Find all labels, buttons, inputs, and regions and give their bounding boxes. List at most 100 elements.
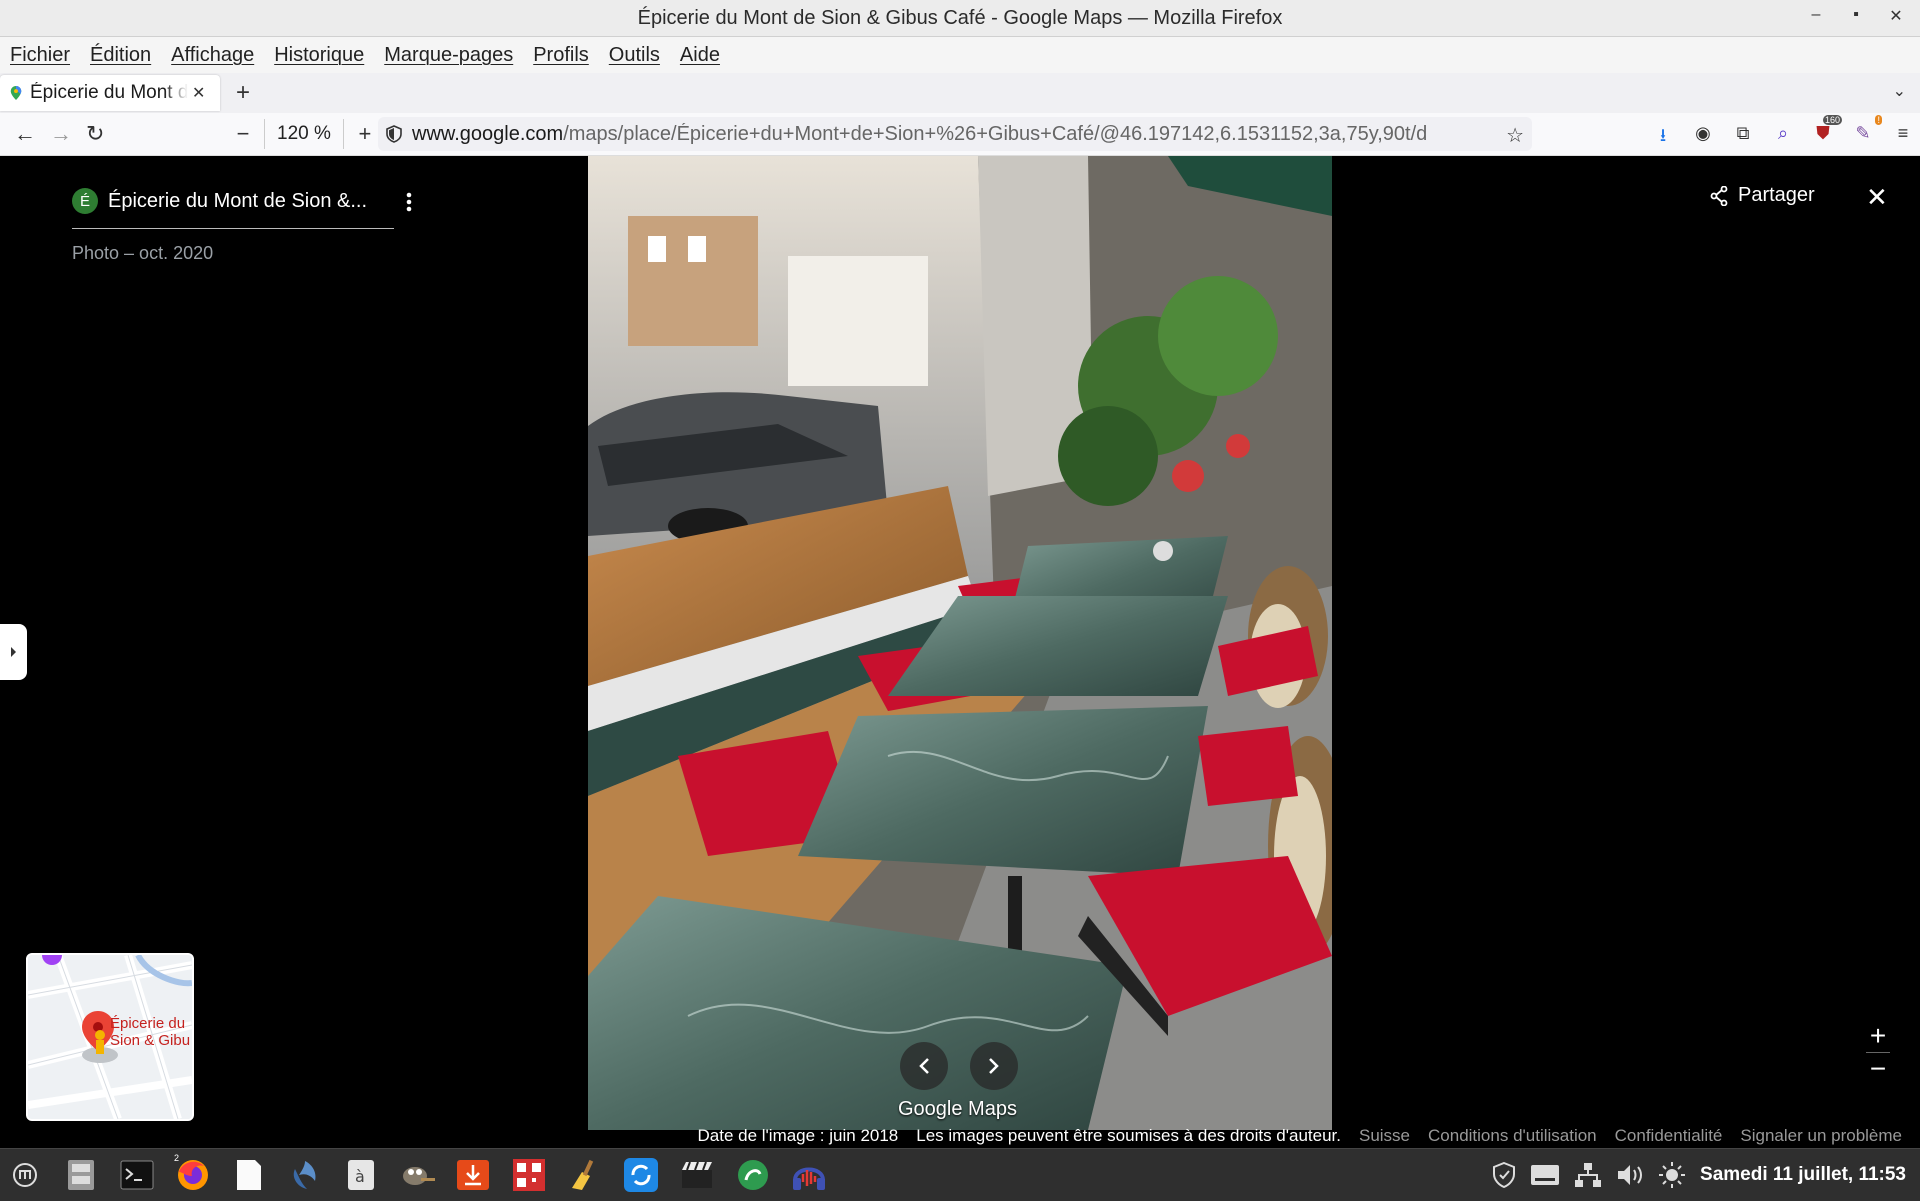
kdenlive-like-icon[interactable] xyxy=(732,1155,774,1195)
toolbar-icons: ⭳ ◉ ⧉ ⌕ ⛊ 160 ✎! ≡ xyxy=(1652,115,1914,153)
zoom-level[interactable]: 120 % xyxy=(264,119,344,149)
sync-app-icon[interactable] xyxy=(620,1155,662,1195)
terms-link[interactable]: Conditions d'utilisation xyxy=(1428,1126,1597,1146)
os-taskbar: 2 à Samedi 11 juillet, 11:53 xyxy=(0,1148,1920,1201)
download-manager-icon[interactable] xyxy=(452,1155,494,1195)
terminal-icon[interactable] xyxy=(116,1155,158,1195)
maps-footer: Date de l'image : juin 2018 Les images p… xyxy=(0,1124,1920,1148)
security-shield-icon[interactable] xyxy=(1492,1162,1516,1188)
menu-outils[interactable]: Outils xyxy=(609,44,660,67)
minimap[interactable]: Épicerie du Sion & Gibu xyxy=(26,953,194,1121)
ublock-icon[interactable]: ⛊ 160 xyxy=(1812,115,1842,153)
divider xyxy=(72,228,394,229)
maximize-button[interactable]: ▪ xyxy=(1846,6,1866,26)
new-tab-button[interactable]: + xyxy=(236,79,250,107)
firefox-icon[interactable]: 2 xyxy=(172,1153,214,1195)
extensions-icon[interactable]: ⧉ xyxy=(1732,123,1754,153)
file-manager-icon[interactable] xyxy=(60,1155,102,1195)
chevron-left-icon xyxy=(919,1058,929,1074)
share-icon xyxy=(1710,185,1728,206)
window-title: Épicerie du Mont de Sion & Gibus Café - … xyxy=(637,6,1283,29)
zoom-in-button[interactable]: + xyxy=(354,121,376,147)
url-path: /maps/place/Épicerie+du+Mont+de+Sion+%26… xyxy=(563,122,1428,145)
window-titlebar: Épicerie du Mont de Sion & Gibus Café - … xyxy=(0,0,1920,37)
country-link[interactable]: Suisse xyxy=(1359,1126,1410,1146)
maps-photo-viewer: É Épicerie du Mont de Sion &... Photo – … xyxy=(0,156,1920,1146)
menu-fichier[interactable]: Fichier xyxy=(10,44,70,67)
share-label: Partager xyxy=(1738,184,1815,206)
chevron-right-icon xyxy=(989,1058,999,1074)
gimp-icon[interactable] xyxy=(396,1155,438,1195)
privacy-link[interactable]: Confidentialité xyxy=(1615,1126,1723,1146)
chevron-right-icon xyxy=(10,647,16,657)
brightness-icon[interactable] xyxy=(1658,1161,1686,1189)
bookmark-star-icon[interactable]: ☆ xyxy=(1506,123,1524,148)
zoom-controls: − 120 % + xyxy=(232,119,376,149)
start-menu-icon[interactable] xyxy=(4,1155,46,1195)
google-maps-logo: Google Maps xyxy=(898,1098,1017,1120)
cafe-terrace-photo xyxy=(588,156,1332,1130)
blender-like-icon[interactable] xyxy=(284,1155,326,1195)
tab-google-maps[interactable]: Épicerie du Mont de Sion ✕ xyxy=(0,75,220,111)
menu-aide[interactable]: Aide xyxy=(680,44,720,67)
list-all-tabs-icon[interactable]: ⌄ xyxy=(1893,81,1906,101)
menu-marque-pages[interactable]: Marque-pages xyxy=(384,44,513,67)
menu-historique[interactable]: Historique xyxy=(274,44,364,67)
close-window-button[interactable]: ✕ xyxy=(1886,6,1906,26)
url-text[interactable]: www.google.com/maps/place/Épicerie+du+Mo… xyxy=(412,123,1492,146)
place-name[interactable]: Épicerie du Mont de Sion &... xyxy=(108,190,367,213)
firefox-window-count: 2 xyxy=(174,1153,180,1163)
cleaner-icon[interactable] xyxy=(564,1155,606,1195)
addon-alert-icon[interactable]: ✎! xyxy=(1852,115,1882,153)
minimap-label-2: Sion & Gibu xyxy=(110,1032,191,1049)
network-icon[interactable] xyxy=(1574,1162,1602,1188)
report-problem-link[interactable]: Signaler un problème xyxy=(1740,1126,1902,1146)
zoom-out-button[interactable]: − xyxy=(232,121,254,147)
window-controls: – ▪ ✕ xyxy=(1806,6,1906,26)
text-editor-icon[interactable] xyxy=(228,1155,270,1195)
map-zoom-in-button[interactable]: + xyxy=(1866,1020,1890,1052)
search-extension-icon[interactable]: ⌕ xyxy=(1772,123,1794,153)
clock[interactable]: Samedi 11 juillet, 11:53 xyxy=(1700,1164,1906,1186)
video-editor-icon[interactable] xyxy=(676,1155,718,1195)
qr-code-icon[interactable] xyxy=(508,1155,550,1195)
menu-profils[interactable]: Profils xyxy=(533,44,589,67)
previous-photo-button[interactable] xyxy=(900,1042,948,1090)
downloads-icon[interactable]: ⭳ xyxy=(1652,123,1674,153)
map-zoom-out-button[interactable]: − xyxy=(1866,1053,1890,1085)
place-avatar: É xyxy=(72,188,98,214)
tracking-shield-icon[interactable] xyxy=(386,125,402,143)
photo-navigation xyxy=(900,1042,1018,1090)
close-viewer-icon[interactable]: ✕ xyxy=(1866,182,1888,213)
side-panel-toggle[interactable] xyxy=(0,624,27,680)
tab-strip: Épicerie du Mont de Sion ✕ + ⌄ xyxy=(0,73,1920,113)
minimize-button[interactable]: – xyxy=(1806,6,1826,26)
minimap-label-1: Épicerie du xyxy=(110,1015,186,1032)
keyboard-icon[interactable] xyxy=(1530,1164,1560,1186)
share-button[interactable]: Partager xyxy=(1710,184,1815,207)
forward-arrow-icon[interactable]: → xyxy=(50,121,72,147)
url-bar[interactable]: www.google.com/maps/place/Épicerie+du+Mo… xyxy=(378,117,1532,151)
more-vert-icon[interactable] xyxy=(406,192,412,212)
menu-edition[interactable]: Édition xyxy=(90,44,151,67)
image-date: Date de l'image : juin 2018 xyxy=(697,1126,899,1145)
addon-alert-badge: ! xyxy=(1875,115,1882,125)
next-photo-button[interactable] xyxy=(970,1042,1018,1090)
tab-title: Épicerie du Mont de Sion xyxy=(30,82,188,103)
svg-text:à: à xyxy=(355,1167,365,1186)
system-tray: Samedi 11 juillet, 11:53 xyxy=(1492,1161,1906,1189)
back-arrow-icon[interactable]: ← xyxy=(14,121,36,147)
place-header: É Épicerie du Mont de Sion &... Photo – … xyxy=(72,188,394,264)
menu-affichage[interactable]: Affichage xyxy=(171,44,254,67)
navigation-toolbar: ← → ↻ − 120 % + www.google.com/maps/plac… xyxy=(0,113,1920,156)
taskbar-apps: 2 à xyxy=(4,1153,830,1195)
account-icon[interactable]: ◉ xyxy=(1692,123,1714,153)
character-map-icon[interactable]: à xyxy=(340,1155,382,1195)
reload-icon[interactable]: ↻ xyxy=(86,121,104,147)
audio-editor-icon[interactable] xyxy=(788,1155,830,1195)
volume-icon[interactable] xyxy=(1616,1163,1644,1187)
photo-date: Photo – oct. 2020 xyxy=(72,243,214,263)
place-photo[interactable] xyxy=(588,156,1332,1130)
hamburger-menu-icon[interactable]: ≡ xyxy=(1892,123,1914,153)
tab-close-icon[interactable]: ✕ xyxy=(192,83,205,103)
